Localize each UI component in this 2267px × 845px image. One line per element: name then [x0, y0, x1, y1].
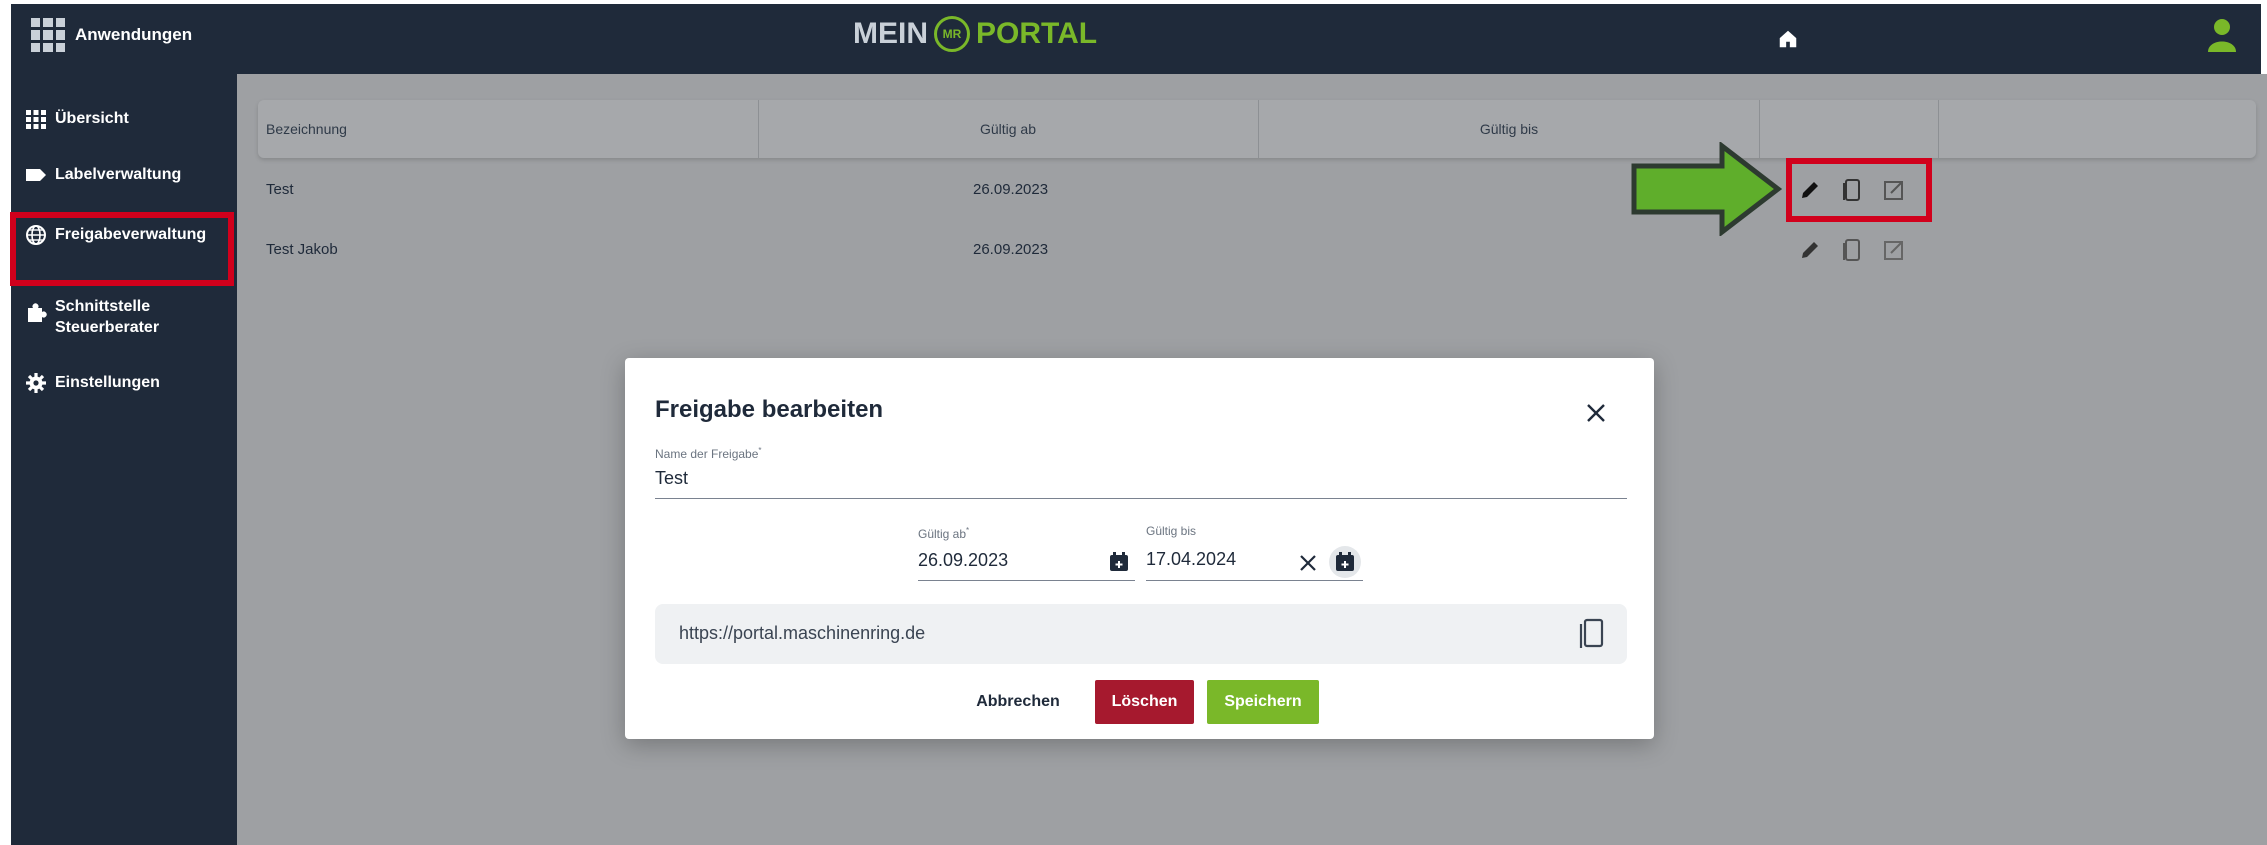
top-bar: Anwendungen MEIN MR PORTAL — [11, 4, 2261, 74]
save-button[interactable]: Speichern — [1207, 680, 1319, 724]
name-field-label: Name der Freigabe* — [655, 446, 762, 461]
user-icon[interactable] — [2208, 18, 2236, 52]
gear-icon — [26, 373, 46, 393]
valid-from-label-text: Gültig ab — [918, 527, 967, 541]
valid-to-label: Gültig bis — [1146, 524, 1197, 538]
valid-from-underline — [918, 580, 1135, 581]
required-marker: * — [966, 526, 970, 535]
label-icon — [26, 169, 46, 181]
edit-icon[interactable] — [1798, 238, 1822, 262]
highlight-box-actions — [1786, 158, 1932, 222]
table-row-name[interactable]: Test Jakob — [266, 241, 338, 258]
column-header-gueltig-ab[interactable]: Gültig ab — [758, 100, 1257, 158]
logo-text-mein: MEIN — [853, 17, 928, 50]
apps-grid-icon — [31, 18, 65, 52]
dialog-title: Freigabe bearbeiten — [655, 396, 884, 423]
sidebar-item-einstellungen[interactable]: Einstellungen — [25, 372, 160, 394]
valid-to-underline — [1146, 580, 1363, 581]
sidebar-item-schnittstelle-steuerberater[interactable]: Schnittstelle Steuerberater — [25, 296, 159, 338]
calendar-icon — [1336, 552, 1354, 571]
sidebar: Übersicht Labelverwaltung Freigabeverwal… — [11, 74, 237, 845]
highlight-box-sidebar — [10, 212, 234, 286]
copy-icon[interactable] — [1840, 238, 1864, 262]
apps-menu-button[interactable]: Anwendungen — [31, 18, 192, 52]
delete-button[interactable]: Löschen — [1095, 680, 1194, 724]
column-header-empty — [1938, 100, 2257, 158]
column-header-actions — [1759, 100, 1938, 158]
sidebar-item-label: Schnittstelle — [55, 298, 151, 315]
open-external-icon[interactable] — [1882, 238, 1906, 262]
logo-badge: MR — [934, 16, 970, 52]
copy-icon[interactable] — [1577, 618, 1605, 650]
sidebar-item-label: Übersicht — [55, 110, 129, 127]
name-field-underline — [655, 498, 1627, 499]
required-marker: * — [758, 446, 762, 455]
sidebar-item-label: Einstellungen — [55, 374, 160, 391]
grid-icon — [26, 110, 46, 129]
table-row-valid-from: 26.09.2023 — [973, 241, 1049, 258]
apps-menu-label: Anwendungen — [75, 25, 193, 44]
valid-to-field[interactable]: 17.04.2024 — [1146, 549, 1236, 570]
sidebar-item-label-line2: Steuerberater — [55, 319, 160, 336]
annotation-arrow — [1631, 142, 1782, 236]
calendar-icon[interactable] — [1108, 551, 1130, 573]
puzzle-icon — [28, 303, 47, 322]
table-row-valid-from: 26.09.2023 — [973, 181, 1049, 198]
cancel-button[interactable]: Abbrechen — [963, 680, 1073, 724]
valid-from-field[interactable]: 26.09.2023 — [918, 550, 1008, 571]
calendar-button[interactable] — [1329, 546, 1361, 578]
valid-from-label: Gültig ab* — [918, 526, 969, 541]
name-field-label-text: Name der Freigabe — [655, 447, 759, 461]
table-row-actions — [1798, 238, 1906, 262]
share-url-box: https://portal.maschinenring.de — [655, 604, 1627, 664]
close-icon[interactable] — [1585, 402, 1607, 424]
home-icon[interactable] — [1777, 28, 1799, 50]
clear-icon[interactable] — [1298, 553, 1318, 573]
table-row-name[interactable]: Test — [266, 181, 294, 198]
logo-text-portal: PORTAL — [976, 17, 1098, 50]
name-field[interactable]: Test — [655, 468, 688, 489]
sidebar-item-labelverwaltung[interactable]: Labelverwaltung — [25, 164, 181, 186]
sidebar-item-uebersicht[interactable]: Übersicht — [25, 108, 129, 130]
column-header-bezeichnung[interactable]: Bezeichnung — [266, 100, 756, 158]
sidebar-item-label: Labelverwaltung — [55, 166, 182, 183]
portal-logo: MEIN MR PORTAL — [853, 16, 1097, 52]
table-header: Bezeichnung Gültig ab Gültig bis — [258, 100, 2256, 158]
share-url-text[interactable]: https://portal.maschinenring.de — [679, 623, 925, 644]
edit-share-dialog: Freigabe bearbeiten Name der Freigabe* T… — [625, 358, 1654, 739]
